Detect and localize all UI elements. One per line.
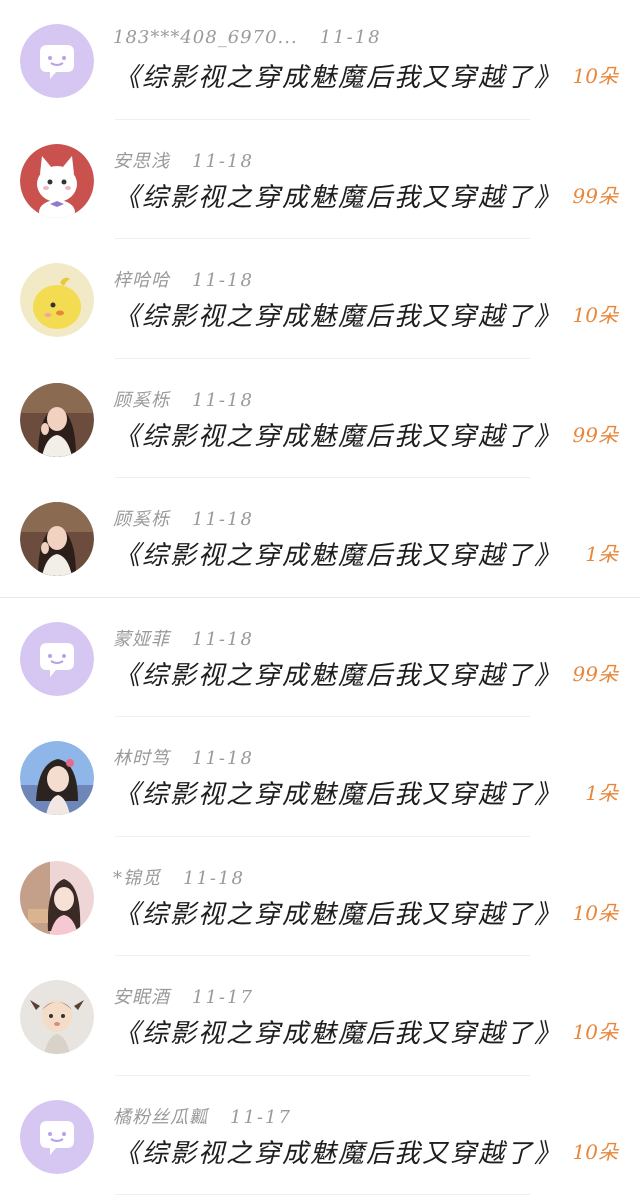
default-chat-avatar-icon [20, 621, 94, 696]
avatar[interactable] [20, 1099, 94, 1174]
entry-date: 11-18 [192, 389, 254, 411]
list-item[interactable]: 林时笃 11-18 《综影视之穿成魅魔后我又穿越了》 1朵 [0, 717, 640, 837]
entry-meta: 安思浅 11-18 [113, 147, 254, 173]
girl-photo-avatar-icon [20, 382, 94, 457]
list-item[interactable]: 安思浅 11-18 《综影视之穿成魅魔后我又穿越了》 99朵 [0, 120, 640, 239]
user-name[interactable]: 梓哈哈 [113, 266, 170, 292]
gift-count: 10朵 [572, 1020, 618, 1044]
list-item[interactable]: 顾奚栎 11-18 《综影视之穿成魅魔后我又穿越了》 1朵 [0, 478, 640, 598]
list-item[interactable]: 橘粉丝瓜瓤 11-17 《综影视之穿成魅魔后我又穿越了》 10朵 [0, 1076, 640, 1195]
gift-count: 99朵 [572, 661, 618, 686]
avatar[interactable] [20, 980, 94, 1054]
entry-meta: *锦觅 11-18 [113, 864, 245, 890]
entry-meta: 蒙娅菲 11-18 [113, 625, 254, 651]
entry-date: 11-18 [192, 509, 254, 530]
list-item[interactable]: 梓哈哈 11-18 《综影视之穿成魅魔后我又穿越了》 10朵 [0, 239, 640, 359]
book-title[interactable]: 《综影视之穿成魅魔后我又穿越了》 [114, 296, 562, 336]
book-title[interactable]: 《综影视之穿成魅魔后我又穿越了》 [114, 774, 562, 814]
entry-date: 11-18 [183, 867, 245, 889]
avatar[interactable] [20, 860, 94, 935]
gift-count: 10朵 [572, 64, 618, 88]
entry-meta: 林时笃 11-18 [113, 744, 254, 770]
gift-count: 1朵 [585, 542, 618, 566]
user-name[interactable]: 顾奚栎 [113, 505, 170, 531]
book-title[interactable]: 《综影视之穿成魅魔后我又穿越了》 [114, 57, 562, 97]
book-title[interactable]: 《综影视之穿成魅魔后我又穿越了》 [114, 416, 562, 456]
avatar[interactable] [20, 24, 94, 98]
entry-meta: 安眠酒 11-17 [113, 983, 254, 1009]
avatar[interactable] [20, 382, 94, 457]
gift-count: 10朵 [572, 303, 618, 327]
book-title[interactable]: 《综影视之穿成魅魔后我又穿越了》 [114, 894, 562, 934]
entry-date: 11-17 [230, 1106, 292, 1128]
avatar[interactable] [20, 621, 94, 696]
yellow-chick-avatar-icon [20, 263, 94, 337]
entry-date: 11-18 [192, 150, 254, 172]
list-item[interactable]: 183***408_6970... 11-18 《综影视之穿成魅魔后我又穿越了》 … [0, 0, 640, 120]
book-title[interactable]: 《综影视之穿成魅魔后我又穿越了》 [114, 1013, 562, 1053]
white-cat-avatar-icon [20, 143, 94, 218]
gift-count: 10朵 [572, 1139, 618, 1164]
gift-count: 99朵 [572, 422, 618, 447]
girl-pink-avatar-icon [20, 860, 94, 935]
gift-count: 99朵 [572, 183, 618, 208]
user-name[interactable]: 林时笃 [113, 744, 170, 770]
gift-record-list: 183***408_6970... 11-18 《综影视之穿成魅魔后我又穿越了》 … [0, 0, 640, 1201]
entry-meta: 顾奚栎 11-18 [113, 505, 254, 531]
gift-count: 10朵 [572, 900, 618, 925]
user-name[interactable]: 安眠酒 [113, 983, 170, 1009]
default-chat-avatar-icon [20, 24, 94, 98]
entry-meta: 橘粉丝瓜瓤 11-17 [113, 1103, 292, 1129]
user-name[interactable]: 安思浅 [113, 147, 170, 173]
entry-date: 11-18 [319, 27, 382, 48]
user-name[interactable]: 183***408_6970... [113, 27, 298, 48]
entry-meta: 顾奚栎 11-18 [113, 386, 254, 412]
book-title[interactable]: 《综影视之穿成魅魔后我又穿越了》 [114, 177, 562, 217]
baby-photo-avatar-icon [20, 980, 94, 1054]
entry-meta: 梓哈哈 11-18 [113, 266, 254, 292]
list-item[interactable]: *锦觅 11-18 《综影视之穿成魅魔后我又穿越了》 10朵 [0, 837, 640, 956]
entry-date: 11-17 [192, 987, 254, 1008]
girl-portrait-avatar-icon [20, 741, 94, 815]
list-item[interactable]: 顾奚栎 11-18 《综影视之穿成魅魔后我又穿越了》 99朵 [0, 359, 640, 478]
entry-date: 11-18 [192, 628, 254, 650]
book-title[interactable]: 《综影视之穿成魅魔后我又穿越了》 [114, 1133, 562, 1173]
entry-meta: 183***408_6970... 11-18 [113, 27, 382, 53]
entry-date: 11-18 [192, 270, 254, 291]
user-name[interactable]: *锦觅 [113, 864, 161, 890]
user-name[interactable]: 蒙娅菲 [113, 625, 170, 651]
entry-date: 11-18 [192, 748, 254, 769]
book-title[interactable]: 《综影视之穿成魅魔后我又穿越了》 [114, 655, 562, 695]
list-item[interactable]: 蒙娅菲 11-18 《综影视之穿成魅魔后我又穿越了》 99朵 [0, 598, 640, 717]
avatar[interactable] [20, 263, 94, 337]
list-item[interactable]: 安眠酒 11-17 《综影视之穿成魅魔后我又穿越了》 10朵 [0, 956, 640, 1076]
book-title[interactable]: 《综影视之穿成魅魔后我又穿越了》 [114, 535, 562, 575]
gift-count: 1朵 [585, 781, 618, 805]
user-name[interactable]: 顾奚栎 [113, 386, 170, 412]
user-name[interactable]: 橘粉丝瓜瓤 [113, 1103, 208, 1129]
avatar[interactable] [20, 741, 94, 815]
default-chat-avatar-icon [20, 1099, 94, 1174]
avatar[interactable] [20, 502, 94, 576]
girl-photo-avatar-icon [20, 502, 94, 576]
avatar[interactable] [20, 143, 94, 218]
row-divider [115, 1194, 530, 1195]
